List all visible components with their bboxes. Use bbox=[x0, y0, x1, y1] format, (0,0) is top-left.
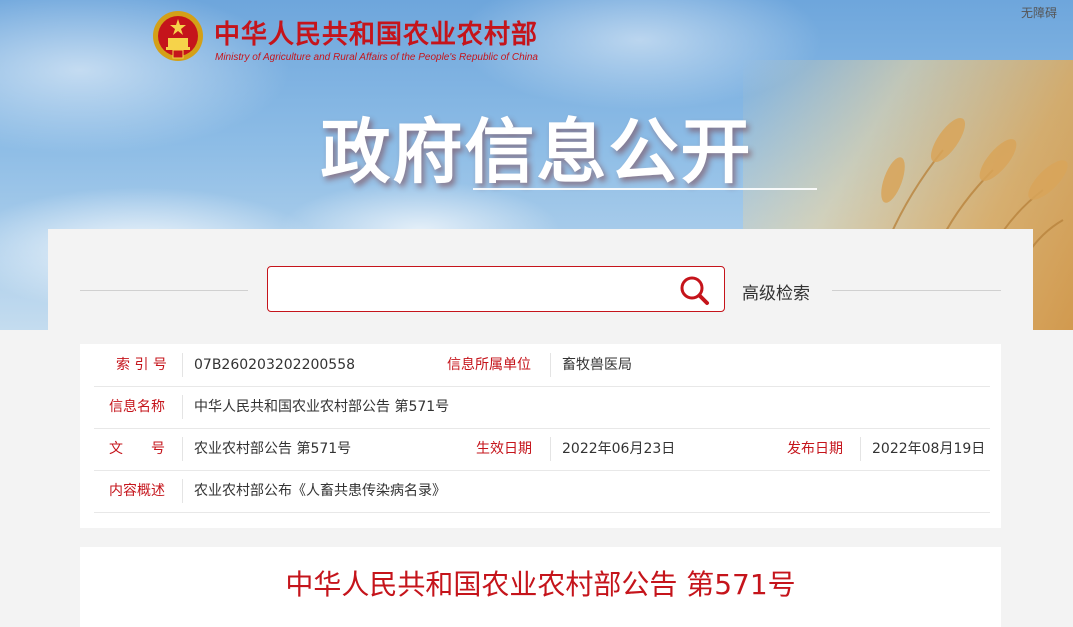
article-section: 中华人民共和国农业农村部公告 第571号 bbox=[80, 547, 1001, 627]
unit-value: 畜牧兽医局 bbox=[562, 357, 632, 373]
unit-label: 信息所属单位 bbox=[447, 357, 531, 373]
site-subtitle: Ministry of Agriculture and Rural Affair… bbox=[215, 52, 538, 63]
name-value: 中华人民共和国农业农村部公告 第571号 bbox=[194, 399, 450, 415]
publish-date-label: 发布日期 bbox=[787, 441, 843, 457]
index-label: 索 引 号 bbox=[116, 357, 167, 373]
site-title[interactable]: 中华人民共和国农业农村部 bbox=[214, 14, 538, 51]
publish-date-value: 2022年08月19日 bbox=[872, 441, 986, 457]
search-box bbox=[267, 266, 725, 312]
column-separator bbox=[182, 353, 183, 377]
divider-right bbox=[832, 290, 1001, 291]
column-separator bbox=[182, 479, 183, 503]
summary-value: 农业农村部公布《人畜共患传染病名录》 bbox=[194, 483, 446, 499]
divider-left bbox=[80, 290, 248, 291]
info-row-summary: 内容概述 农业农村部公布《人畜共患传染病名录》 bbox=[94, 470, 990, 513]
advanced-search-link[interactable]: 高级检索 bbox=[742, 279, 810, 304]
name-label: 信息名称 bbox=[109, 399, 165, 415]
content-panel: 高级检索 索 引 号 07B260203202200558 信息所属单位 畜牧兽… bbox=[48, 229, 1033, 627]
accessibility-link[interactable]: 无障碍 bbox=[1021, 4, 1057, 21]
info-row-index: 索 引 号 07B260203202200558 信息所属单位 畜牧兽医局 bbox=[94, 344, 990, 387]
national-emblem-icon[interactable] bbox=[152, 10, 204, 62]
info-table: 索 引 号 07B260203202200558 信息所属单位 畜牧兽医局 信息… bbox=[80, 344, 1001, 528]
search-input[interactable] bbox=[278, 273, 672, 305]
hero-underline bbox=[473, 188, 817, 190]
effective-date-value: 2022年06月23日 bbox=[562, 441, 676, 457]
column-separator bbox=[550, 437, 551, 461]
summary-label: 内容概述 bbox=[109, 483, 165, 499]
doc-number-value: 农业农村部公告 第571号 bbox=[194, 441, 352, 457]
column-separator bbox=[182, 437, 183, 461]
search-icon[interactable] bbox=[678, 274, 710, 306]
column-separator bbox=[550, 353, 551, 377]
info-row-name: 信息名称 中华人民共和国农业农村部公告 第571号 bbox=[94, 386, 990, 429]
article-title: 中华人民共和国农业农村部公告 第571号 bbox=[285, 568, 796, 601]
effective-date-label: 生效日期 bbox=[476, 441, 532, 457]
doc-number-label: 文 号 bbox=[109, 441, 165, 457]
info-row-doc: 文 号 农业农村部公告 第571号 生效日期 2022年06月23日 发布日期 … bbox=[94, 428, 990, 471]
index-value: 07B260203202200558 bbox=[194, 357, 356, 373]
hero-title: 政府信息公开 bbox=[320, 111, 753, 193]
column-separator bbox=[182, 395, 183, 419]
column-separator bbox=[860, 437, 861, 461]
